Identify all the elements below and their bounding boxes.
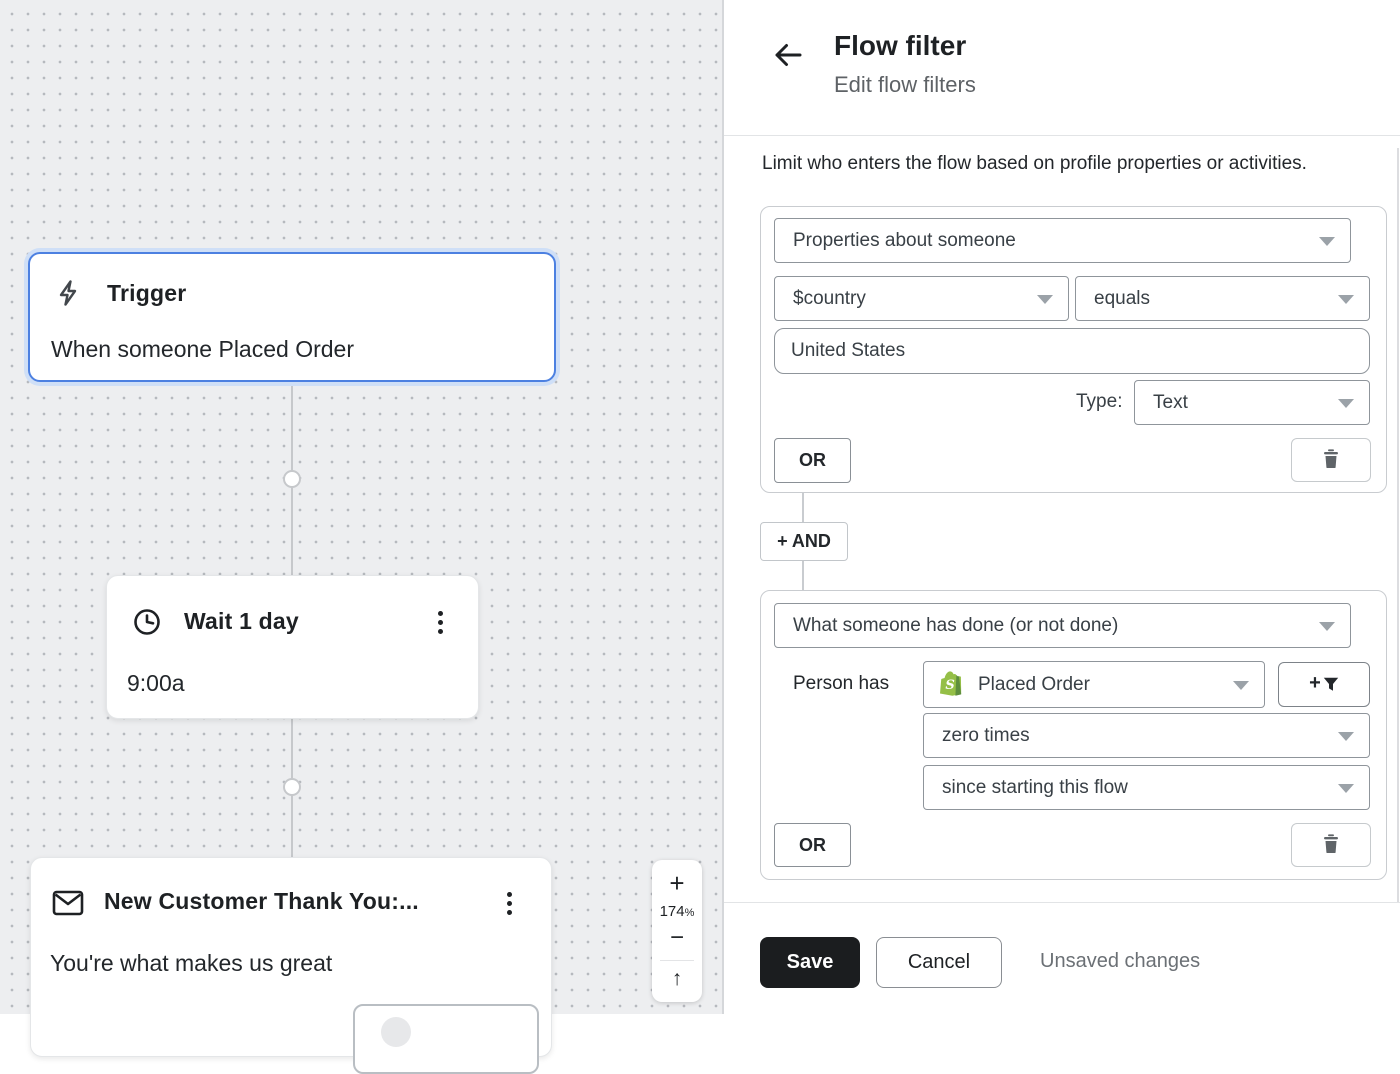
zoom-toolbar: + 174% − ↑ xyxy=(652,860,702,1002)
delete-condition-button[interactable] xyxy=(1291,438,1371,482)
filter-group-2: What someone has done (or not done) Pers… xyxy=(760,590,1387,880)
frequency-dropdown[interactable]: zero times xyxy=(923,713,1370,758)
caret-down-icon xyxy=(1338,294,1354,304)
value-input[interactable] xyxy=(774,328,1370,374)
property-dropdown[interactable]: $country xyxy=(774,276,1069,321)
caret-down-icon xyxy=(1338,398,1354,408)
caret-down-icon xyxy=(1233,680,1249,690)
footer-divider xyxy=(724,902,1400,903)
trigger-node-subtitle: When someone Placed Order xyxy=(51,336,354,362)
caret-down-icon xyxy=(1319,621,1335,631)
email-node-subtitle: You're what makes us great xyxy=(50,950,333,976)
caret-down-icon xyxy=(1338,731,1354,741)
lightning-icon xyxy=(53,278,83,313)
add-event-filter-button[interactable]: + xyxy=(1278,662,1370,707)
or-button[interactable]: OR xyxy=(774,438,851,483)
flow-canvas[interactable]: Trigger When someone Placed Order Wait 1… xyxy=(0,0,722,1074)
svg-text:S: S xyxy=(945,677,954,692)
kebab-menu-icon[interactable] xyxy=(430,606,450,638)
flow-filter-panel: Flow filter Edit flow filters Limit who … xyxy=(722,0,1400,1014)
or-button[interactable]: OR xyxy=(774,823,851,867)
trash-icon xyxy=(1323,834,1339,856)
zoom-in-button[interactable]: + xyxy=(669,870,684,896)
page-subtitle: Edit flow filters xyxy=(834,72,976,97)
add-and-condition-button[interactable]: + AND xyxy=(760,522,848,561)
toolbar-divider xyxy=(660,960,694,961)
filter-group-1: Properties about someone $country equals… xyxy=(760,206,1387,493)
recenter-button[interactable]: ↑ xyxy=(672,968,683,989)
cancel-button[interactable]: Cancel xyxy=(876,937,1002,988)
page-title: Flow filter xyxy=(834,30,967,61)
type-dropdown[interactable]: Text xyxy=(1134,380,1370,425)
type-label: Type: xyxy=(1076,391,1123,412)
event-dropdown[interactable]: S Placed Order xyxy=(923,661,1265,708)
trigger-node-title: Trigger xyxy=(107,280,187,306)
connector-waypoint xyxy=(283,470,301,488)
status-dot-icon xyxy=(381,1017,411,1047)
shopify-bag-icon: S xyxy=(940,670,964,699)
connector-waypoint xyxy=(283,778,301,796)
header-divider xyxy=(724,135,1400,136)
funnel-icon xyxy=(1323,677,1339,692)
email-status-badge xyxy=(353,1004,539,1074)
caret-down-icon xyxy=(1319,236,1335,246)
category-dropdown[interactable]: What someone has done (or not done) xyxy=(774,603,1351,648)
trash-icon xyxy=(1323,449,1339,471)
kebab-menu-icon[interactable] xyxy=(499,887,519,919)
envelope-icon xyxy=(52,889,84,922)
zoom-level: 174% xyxy=(659,903,695,920)
save-button[interactable]: Save xyxy=(760,937,860,988)
wait-node[interactable]: Wait 1 day 9:00a xyxy=(106,575,479,719)
wait-node-subtitle: 9:00a xyxy=(127,670,185,696)
scrollbar[interactable] xyxy=(1397,148,1399,902)
delete-condition-button[interactable] xyxy=(1291,823,1371,867)
zoom-out-button[interactable]: − xyxy=(670,926,684,950)
trigger-node[interactable]: Trigger When someone Placed Order xyxy=(28,252,556,382)
caret-down-icon xyxy=(1037,294,1053,304)
unsaved-changes-status: Unsaved changes xyxy=(1040,950,1201,972)
filter-description: Limit who enters the flow based on profi… xyxy=(762,153,1307,174)
caret-down-icon xyxy=(1338,783,1354,793)
timeframe-dropdown[interactable]: since starting this flow xyxy=(923,765,1370,810)
category-dropdown[interactable]: Properties about someone xyxy=(774,218,1351,263)
operator-dropdown[interactable]: equals xyxy=(1075,276,1370,321)
email-node[interactable]: New Customer Thank You:... You're what m… xyxy=(30,857,552,1074)
person-has-label: Person has xyxy=(793,673,890,694)
wait-node-title: Wait 1 day xyxy=(184,608,299,634)
back-arrow-icon[interactable] xyxy=(770,38,806,74)
clock-icon xyxy=(132,607,162,642)
email-node-title: New Customer Thank You:... xyxy=(104,888,419,914)
